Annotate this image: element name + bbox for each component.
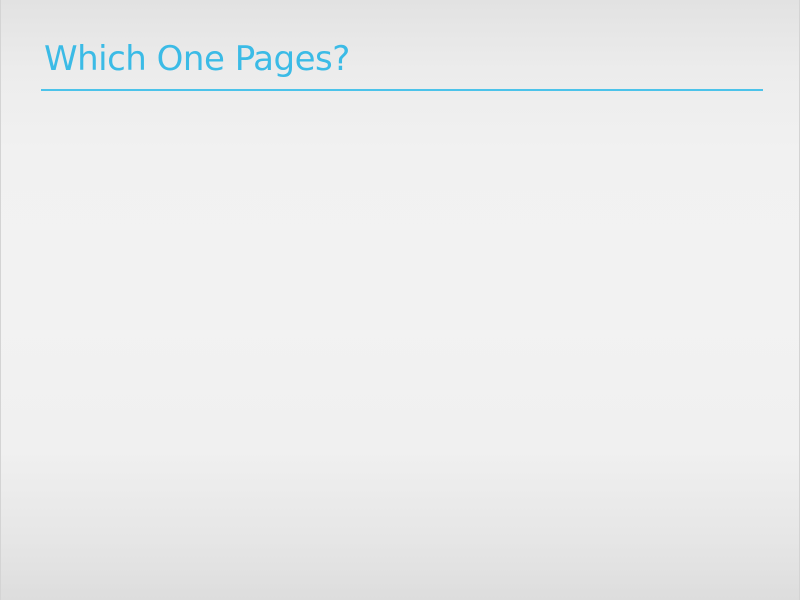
title-underline	[41, 89, 763, 91]
slide: Which One Pages?	[0, 0, 800, 600]
slide-content-area	[41, 100, 763, 560]
slide-title: Which One Pages?	[44, 39, 350, 79]
